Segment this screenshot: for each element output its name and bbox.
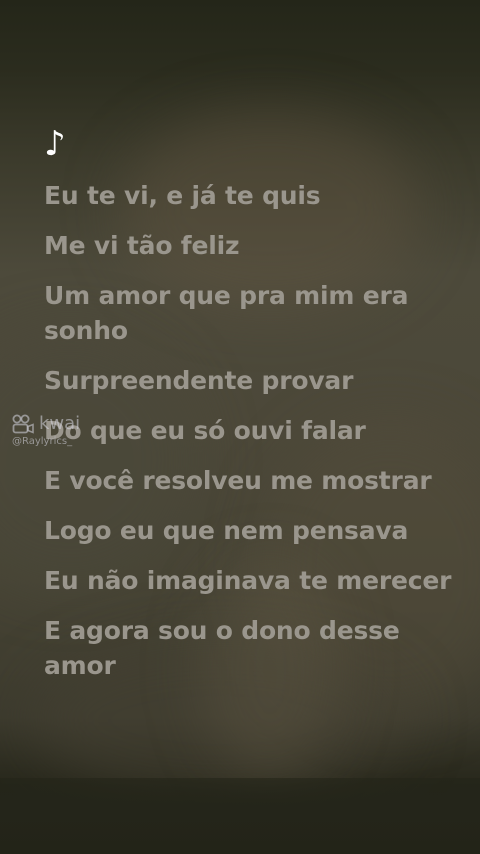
bottom-band: [0, 778, 480, 854]
lyric-line: Do que eu só ouvi falar: [44, 416, 366, 445]
lyrics-block: Eu te vi, e já te quis Me vi tão feliz U…: [44, 178, 454, 698]
lyric-line: Surpreendente provar: [44, 366, 354, 395]
lyric-line: E você resolveu me mostrar: [44, 466, 432, 495]
watermark-brand-row: kwai: [12, 414, 80, 434]
kwai-watermark: kwai @Raylyrics_: [12, 414, 80, 448]
music-note-icon: ♪: [44, 124, 66, 164]
lyric-line: Logo eu que nem pensava: [44, 516, 409, 545]
watermark-handle: @Raylyrics_: [12, 436, 73, 447]
lyric-line: Eu te vi, e já te quis: [44, 181, 321, 210]
lyric-line: E agora sou o dono desse amor: [44, 616, 400, 680]
lyrics-story-screen: ♪ Eu te vi, e já te quis Me vi tão feliz…: [0, 0, 480, 854]
watermark-brand: kwai: [39, 413, 81, 434]
lyric-line: Um amor que pra mim era sonho: [44, 281, 409, 345]
lyric-line: Me vi tão feliz: [44, 231, 240, 260]
lyric-line: Eu não imaginava te merecer: [44, 566, 452, 595]
kwai-logo-icon: [12, 414, 34, 434]
